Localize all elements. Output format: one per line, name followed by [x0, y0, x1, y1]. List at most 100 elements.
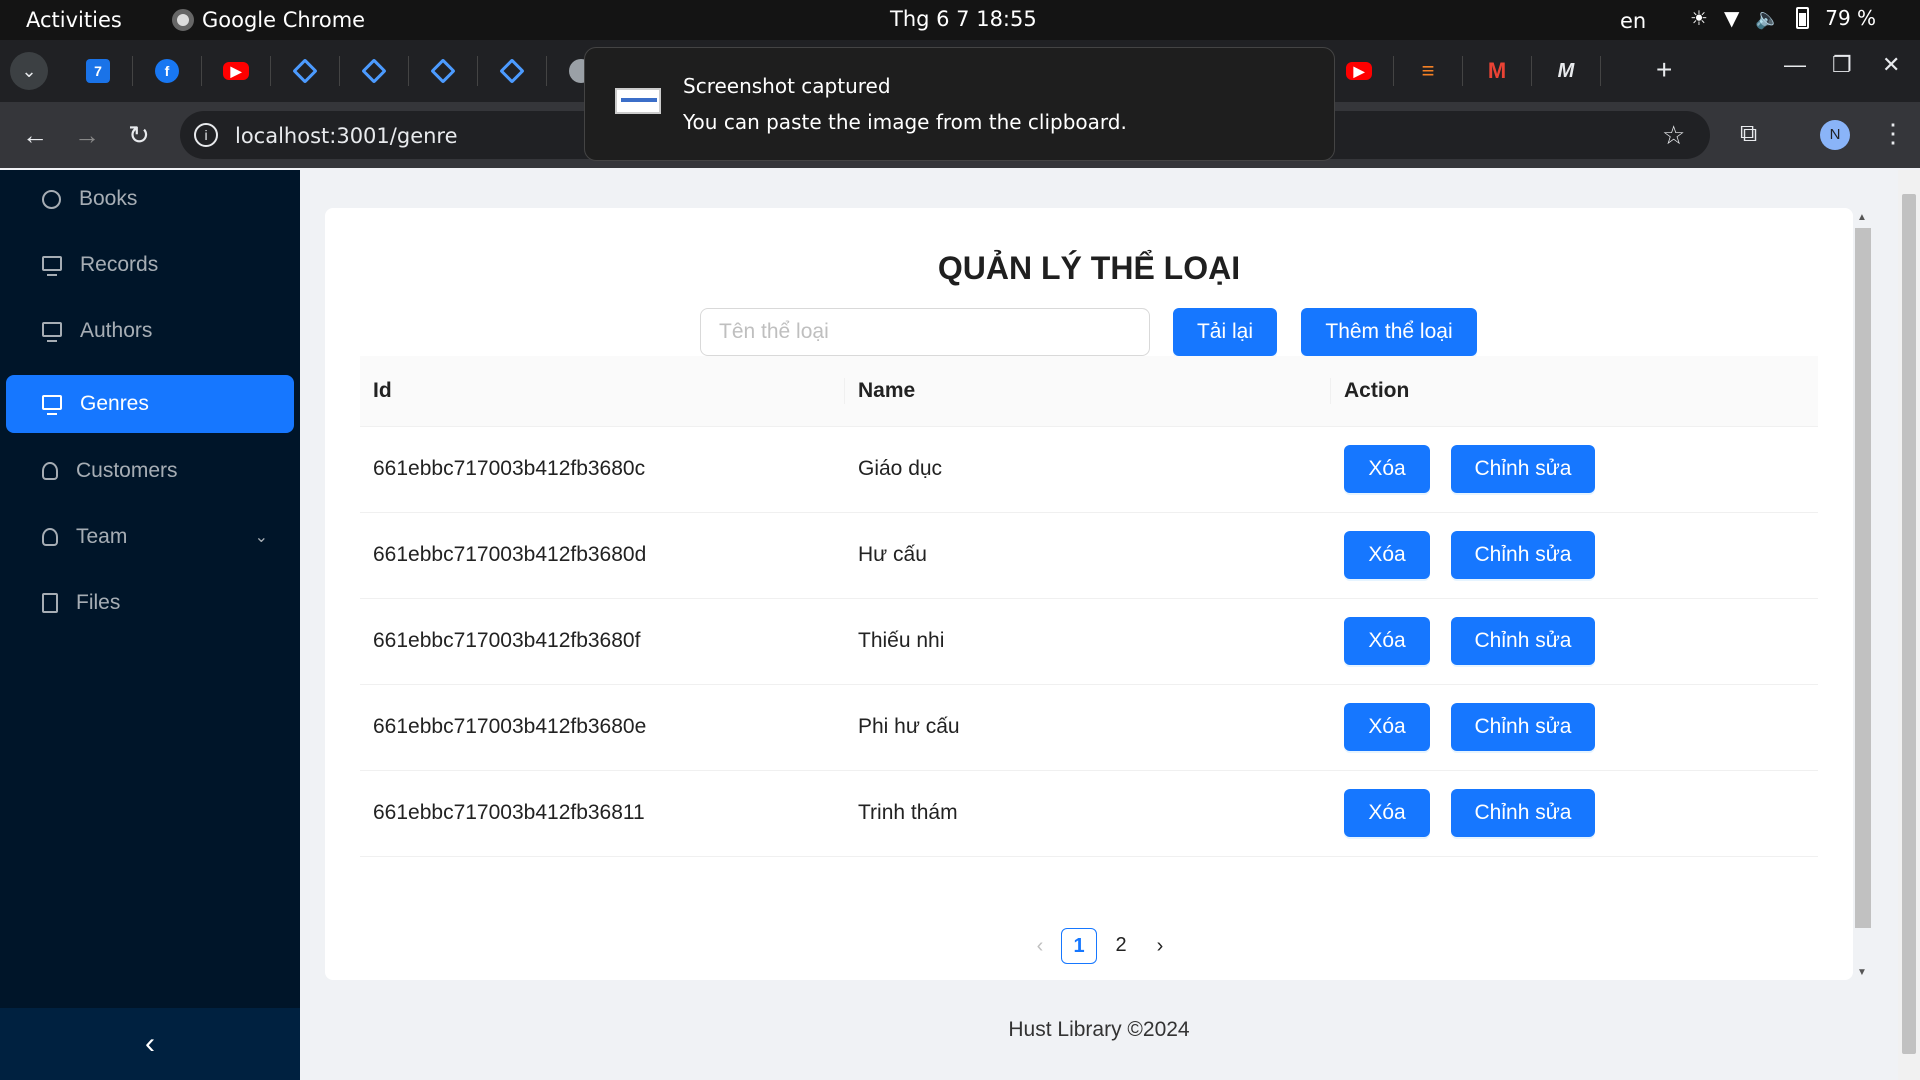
reload-button[interactable]: Tải lại [1173, 308, 1277, 356]
jira-icon [430, 58, 456, 84]
genre-id-cell: 661ebbc717003b412fb3680c [360, 426, 845, 513]
page-scrollbar[interactable] [1898, 170, 1920, 1080]
action-cell: Xóa Chỉnh sửa [1331, 598, 1818, 685]
pinned-tabs: 7 f ▶ [64, 56, 616, 86]
prev-page-icon[interactable]: ‹ [1025, 935, 1055, 958]
scroll-down-icon[interactable]: ▼ [1857, 967, 1867, 978]
forward-button[interactable]: → [74, 120, 100, 151]
genre-name-input[interactable] [700, 308, 1150, 356]
edit-button[interactable]: Chỉnh sửa [1451, 617, 1595, 665]
screenshot-notification[interactable]: Screenshot captured You can paste the im… [584, 47, 1335, 161]
edit-button[interactable]: Chỉnh sửa [1451, 703, 1595, 751]
action-cell: Xóa Chỉnh sửa [1331, 512, 1818, 599]
sidebar-item-customers[interactable]: Customers [6, 442, 294, 500]
sidebar-item-label: Genres [80, 392, 149, 415]
tab-medium[interactable]: M [1532, 56, 1601, 86]
sidebar-item-books[interactable]: Books [6, 170, 294, 228]
bookmark-star-icon[interactable]: ☆ [1662, 120, 1685, 151]
sidebar-item-files[interactable]: Files [6, 574, 294, 632]
battery-percent: 79 % [1825, 6, 1877, 30]
sidebar-item-label: Books [79, 187, 138, 210]
edit-button[interactable]: Chỉnh sửa [1451, 789, 1595, 837]
close-window-button[interactable]: ✕ [1882, 52, 1900, 78]
url-text[interactable]: localhost:3001/genre [235, 124, 458, 148]
delete-button[interactable]: Xóa [1344, 703, 1430, 751]
sidebar-item-genres[interactable]: Genres [6, 375, 294, 433]
jira-icon [292, 58, 318, 84]
clock[interactable]: Thg 6 7 18:55 [890, 7, 1037, 31]
stackoverflow-icon: ≡ [1421, 58, 1435, 83]
delete-button[interactable]: Xóa [1344, 789, 1430, 837]
extensions-icon[interactable]: ⧉ [1740, 120, 1757, 148]
genre-id-cell: 661ebbc717003b412fb3680d [360, 512, 845, 599]
pagination: ‹ 1 2 › [1025, 928, 1175, 964]
card-scrollbar[interactable]: ▲ ▼ [1855, 212, 1871, 978]
sidebar-item-label: Customers [76, 459, 178, 482]
tab-facebook[interactable]: f [133, 56, 202, 86]
new-tab-button[interactable]: + [1656, 54, 1672, 86]
desktop-icon [42, 321, 62, 342]
site-info-icon[interactable]: i [194, 123, 218, 147]
tab-search-button[interactable]: ⌄ [10, 52, 48, 90]
edit-button[interactable]: Chỉnh sửa [1451, 445, 1595, 493]
column-header-name: Name [845, 356, 1331, 427]
delete-button[interactable]: Xóa [1344, 617, 1430, 665]
scroll-up-icon[interactable]: ▲ [1857, 212, 1867, 223]
genres-table: Id Name Action 661ebbc717003b412fb3680c … [360, 356, 1818, 857]
back-button[interactable]: ← [22, 120, 48, 151]
screenshot-thumbnail [615, 88, 661, 114]
page-scrollbar-thumb[interactable] [1902, 194, 1916, 1054]
sidebar-item-label: Files [76, 591, 121, 614]
system-tray[interactable]: ☀ ▼ 🔈 79 % [1690, 6, 1876, 30]
page-2[interactable]: 2 [1103, 928, 1139, 964]
genre-management-card: QUẢN LÝ THỂ LOẠI Tải lại Thêm thể loại I… [325, 208, 1853, 980]
facebook-icon: f [155, 59, 179, 83]
tab-jira-2[interactable] [340, 56, 409, 86]
activities-button[interactable]: Activities [26, 8, 122, 32]
page-1[interactable]: 1 [1061, 928, 1097, 964]
sidebar-item-authors[interactable]: Authors [6, 302, 294, 360]
sidebar-item-label: Records [80, 253, 159, 276]
sidebar-item-team[interactable]: Team ⌄ [6, 508, 294, 566]
tab-jira-1[interactable] [271, 56, 340, 86]
genre-id-cell: 661ebbc717003b412fb3680e [360, 684, 845, 771]
sidebar-item-label: Team [76, 525, 128, 548]
app-name: Google Chrome [202, 8, 366, 32]
wifi-icon: ▼ [1723, 6, 1740, 30]
pie-chart-icon [42, 189, 61, 209]
tab-stackoverflow[interactable]: ≡ [1394, 56, 1463, 86]
table-row: 661ebbc717003b412fb3680c Giáo dục Xóa Chỉ… [360, 426, 1818, 513]
sidebar-item-records[interactable]: Records [6, 236, 294, 294]
reload-icon[interactable]: ↻ [128, 120, 150, 151]
tab-youtube-2[interactable]: ▶ [1325, 56, 1394, 86]
chevron-down-icon: ⌄ [254, 529, 268, 546]
card-scrollbar-thumb[interactable] [1855, 228, 1871, 928]
browser-menu-icon[interactable]: ⋮ [1880, 118, 1906, 149]
app-menu[interactable]: Google Chrome [172, 8, 365, 32]
next-page-icon[interactable]: › [1145, 935, 1175, 958]
edit-button[interactable]: Chỉnh sửa [1451, 531, 1595, 579]
table-header-row: Id Name Action [360, 356, 1818, 427]
chrome-icon [172, 9, 194, 31]
restore-button[interactable]: ❐ [1832, 52, 1852, 78]
add-genre-button[interactable]: Thêm thể loại [1301, 308, 1477, 356]
delete-button[interactable]: Xóa [1344, 531, 1430, 579]
youtube-icon: ▶ [1346, 62, 1372, 80]
tab-calendar[interactable]: 7 [64, 56, 133, 86]
minimize-button[interactable]: — [1784, 52, 1806, 78]
more-tabs: ▶ ≡ M M [1325, 56, 1601, 86]
action-cell: Xóa Chỉnh sửa [1331, 684, 1818, 771]
gmail-icon: M [1487, 58, 1507, 83]
sidebar-collapse-button[interactable]: ‹ [0, 1008, 300, 1080]
profile-avatar[interactable]: N [1820, 120, 1850, 150]
system-top-bar: Activities Google Chrome Thg 6 7 18:55 e… [0, 0, 1920, 40]
genre-id-cell: 661ebbc717003b412fb36811 [360, 770, 845, 857]
tab-jira-4[interactable] [478, 56, 547, 86]
tab-youtube[interactable]: ▶ [202, 56, 271, 86]
table-row: 661ebbc717003b412fb3680d Hư cấu Xóa Chỉnh… [360, 512, 1818, 599]
tab-gmail[interactable]: M [1463, 56, 1532, 86]
language-indicator[interactable]: en [1620, 9, 1646, 33]
delete-button[interactable]: Xóa [1344, 445, 1430, 493]
action-cell: Xóa Chỉnh sửa [1331, 770, 1818, 857]
tab-jira-3[interactable] [409, 56, 478, 86]
